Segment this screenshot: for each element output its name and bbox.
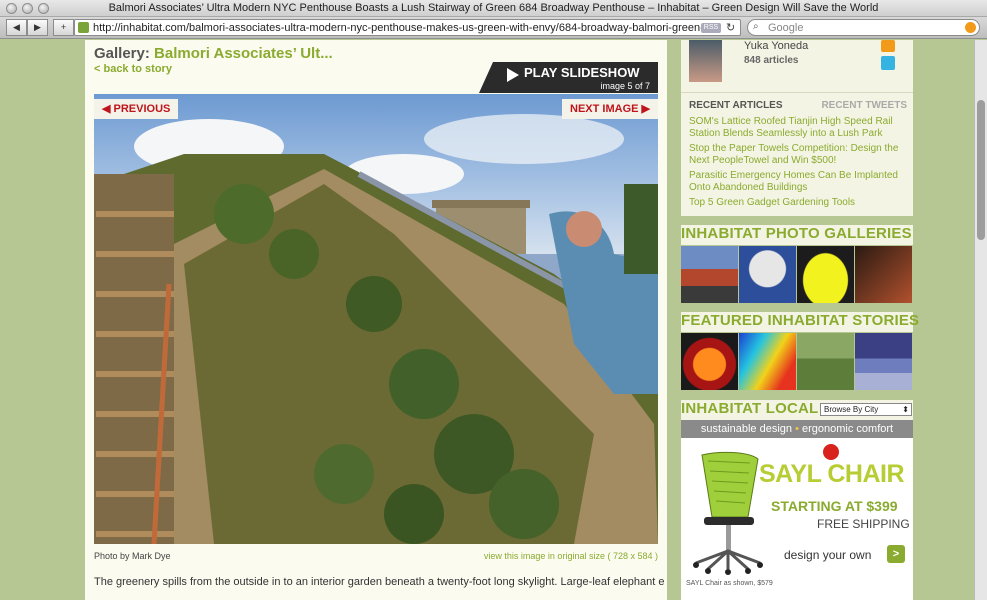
- author-name[interactable]: Yuka Yoneda: [744, 40, 808, 52]
- tab-recent-tweets[interactable]: RECENT TWEETS: [821, 100, 907, 111]
- browse-by-city-select[interactable]: Browse By City ⬍: [820, 403, 912, 416]
- gallery-thumb[interactable]: [681, 246, 738, 303]
- gallery-thumb[interactable]: [855, 246, 912, 303]
- rss-icon[interactable]: [881, 40, 895, 52]
- snapback-icon[interactable]: [965, 22, 976, 33]
- recent-articles-box: RECENT ARTICLES RECENT TWEETS SOM's Latt…: [681, 92, 913, 216]
- tab-recent-articles[interactable]: RECENT ARTICLES: [689, 100, 783, 111]
- inhabitat-local-heading: INHABITAT LOCAL Browse By City ⬍: [681, 400, 913, 420]
- ad-title: SAYL CHAIR: [759, 460, 905, 488]
- select-arrows-icon: ⬍: [902, 405, 909, 414]
- rss-badge[interactable]: RSS: [701, 23, 721, 33]
- browser-toolbar: ◀ ▶ + http://inhabitat.com/balmori-assoc…: [0, 17, 987, 39]
- reload-icon[interactable]: ↻: [726, 21, 735, 34]
- gallery-heading: Gallery: Balmori Associates’ Ult...: [94, 45, 333, 62]
- vertical-scrollbar[interactable]: [974, 40, 987, 600]
- recent-tabs: RECENT ARTICLES RECENT TWEETS: [689, 100, 907, 111]
- chair-icon: [693, 451, 763, 575]
- author-article-count[interactable]: 848 articles: [744, 55, 799, 66]
- gallery-label: Gallery:: [94, 45, 150, 62]
- ad-cta-text[interactable]: design your own: [784, 548, 871, 562]
- search-field[interactable]: ⌕ Google: [747, 19, 980, 36]
- back-to-story-link[interactable]: < back to story: [94, 63, 172, 75]
- herman-miller-logo-icon: [823, 444, 839, 460]
- scrollbar-thumb[interactable]: [977, 100, 985, 240]
- web-page: Gallery: Balmori Associates’ Ult... < ba…: [0, 40, 987, 600]
- ad-footnote: SAYL Chair as shown, $579: [686, 580, 773, 587]
- play-slideshow-button[interactable]: PLAY SLIDESHOW image 5 of 7: [479, 62, 658, 93]
- story-thumb[interactable]: [797, 333, 854, 390]
- photo-scene: [94, 154, 658, 544]
- article-link[interactable]: Stop the Paper Towels Competition: Desig…: [689, 143, 907, 167]
- featured-stories-heading[interactable]: FEATURED INHABITAT STORIES: [681, 312, 919, 332]
- window-title: Balmori Associates’ Ultra Modern NYC Pen…: [108, 2, 879, 14]
- article-link[interactable]: SOM's Lattice Roofed Tianjin High Speed …: [689, 116, 907, 140]
- search-icon: ⌕: [753, 21, 759, 32]
- forward-button[interactable]: ▶: [27, 19, 48, 36]
- gallery-photo[interactable]: ◀ PREVIOUS NEXT IMAGE ▶: [94, 94, 658, 544]
- window-titlebar: Balmori Associates’ Ultra Modern NYC Pen…: [0, 0, 987, 17]
- ad-price: STARTING AT $399: [771, 498, 898, 514]
- sidebar: Yuka Yoneda 848 articles RECENT ARTICLES…: [681, 40, 919, 600]
- inhabitat-local-link[interactable]: INHABITAT LOCAL: [681, 400, 818, 417]
- article-link[interactable]: Parasitic Emergency Homes Can Be Implant…: [689, 170, 907, 194]
- back-button[interactable]: ◀: [6, 19, 27, 36]
- gallery-panel: Gallery: Balmori Associates’ Ult... < ba…: [85, 40, 667, 600]
- banner-dot: •: [795, 423, 799, 435]
- banner-left: sustainable design: [700, 423, 793, 435]
- photo-credit: Photo by Mark Dye: [94, 551, 171, 561]
- address-bar[interactable]: http://inhabitat.com/balmori-associates-…: [74, 19, 741, 36]
- browse-by-city-value: Browse By City: [824, 405, 879, 414]
- image-counter: image 5 of 7: [600, 81, 650, 91]
- slideshow-label: PLAY SLIDESHOW: [524, 65, 640, 80]
- author-box: Yuka Yoneda 848 articles: [681, 40, 913, 92]
- search-placeholder: Google: [768, 22, 804, 34]
- play-icon: [507, 68, 519, 82]
- article-link[interactable]: Top 5 Green Gadget Gardening Tools: [689, 197, 907, 209]
- favicon-icon: [78, 22, 89, 33]
- ad-shipping: FREE SHIPPING: [817, 517, 910, 531]
- add-bookmark-button[interactable]: +: [53, 19, 74, 36]
- story-thumb[interactable]: [855, 333, 912, 390]
- ad-go-button[interactable]: >: [887, 545, 905, 563]
- photo-caption: The greenery spills from the outside in …: [94, 576, 664, 588]
- gallery-thumb[interactable]: [797, 246, 854, 303]
- twitter-icon[interactable]: [881, 56, 895, 70]
- ad-banner[interactable]: sustainable design • ergonomic comfort: [681, 420, 913, 438]
- gallery-thumb[interactable]: [739, 246, 796, 303]
- original-size-link[interactable]: view this image in original size ( 728 x…: [484, 551, 658, 561]
- author-avatar[interactable]: [689, 40, 722, 82]
- story-thumb[interactable]: [681, 333, 738, 390]
- gallery-title[interactable]: Balmori Associates’ Ult...: [154, 45, 333, 62]
- next-image-button[interactable]: NEXT IMAGE ▶: [562, 99, 658, 119]
- story-thumb[interactable]: [739, 333, 796, 390]
- photo-galleries-heading[interactable]: INHABITAT PHOTO GALLERIES: [681, 225, 913, 245]
- banner-right: ergonomic comfort: [802, 423, 894, 435]
- previous-image-button[interactable]: ◀ PREVIOUS: [94, 99, 179, 119]
- url-text[interactable]: http://inhabitat.com/balmori-associates-…: [93, 22, 703, 34]
- sayl-chair-ad[interactable]: SAYL CHAIR STARTING AT $399 FREE SHIPPIN…: [681, 438, 913, 600]
